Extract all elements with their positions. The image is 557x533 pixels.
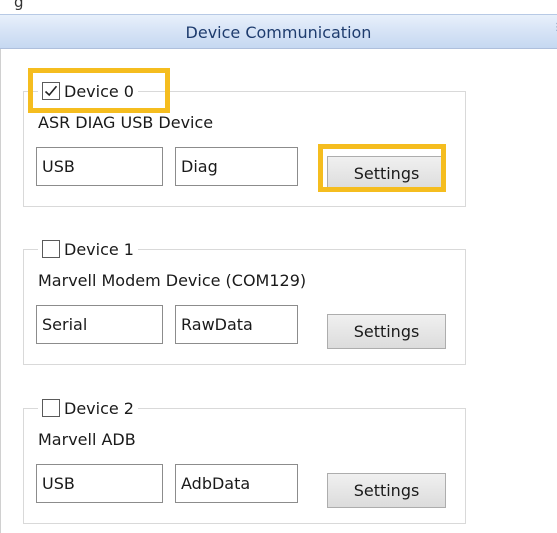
device-2-settings-button[interactable]: Settings xyxy=(327,473,446,508)
device-1-settings-button[interactable]: Settings xyxy=(327,314,446,349)
device-group-2: Device 2 Marvell ADB USB AdbData Setting… xyxy=(23,395,466,524)
pane-left-border xyxy=(0,49,1,533)
device-1-name: Marvell Modem Device (COM129) xyxy=(38,271,307,290)
pane-titlebar: Device Communication ⋮ xyxy=(0,14,557,49)
device-2-name: Marvell ADB xyxy=(38,430,136,449)
device-0-datatype-field[interactable]: Diag xyxy=(175,147,298,186)
device-2-legend[interactable]: Device 2 xyxy=(38,395,138,421)
device-2-datatype-field[interactable]: AdbData xyxy=(175,464,298,503)
device-0-name: ASR DIAG USB Device xyxy=(38,113,214,132)
cut-off-text: g xyxy=(14,0,24,11)
pane-title: Device Communication xyxy=(185,23,372,42)
device-1-checkbox-label[interactable]: Device 1 xyxy=(64,240,134,259)
device-group-1: Device 1 Marvell Modem Device (COM129) S… xyxy=(23,236,466,365)
device-2-checkbox-label[interactable]: Device 2 xyxy=(64,399,134,418)
grip-icon[interactable]: ⋮ xyxy=(552,23,557,33)
device-0-settings-highlight xyxy=(318,144,446,192)
device-2-checkbox[interactable] xyxy=(42,399,60,417)
device-1-datatype-field[interactable]: RawData xyxy=(175,305,298,344)
previous-content-fragment: g xyxy=(0,0,557,14)
device-1-legend[interactable]: Device 1 xyxy=(38,236,138,262)
device-2-interface-field[interactable]: USB xyxy=(36,464,163,503)
device-0-interface-field[interactable]: USB xyxy=(36,147,163,186)
device-1-interface-field[interactable]: Serial xyxy=(36,305,163,344)
device-0-checkbox-highlight xyxy=(28,68,170,113)
device-1-checkbox[interactable] xyxy=(42,240,60,258)
